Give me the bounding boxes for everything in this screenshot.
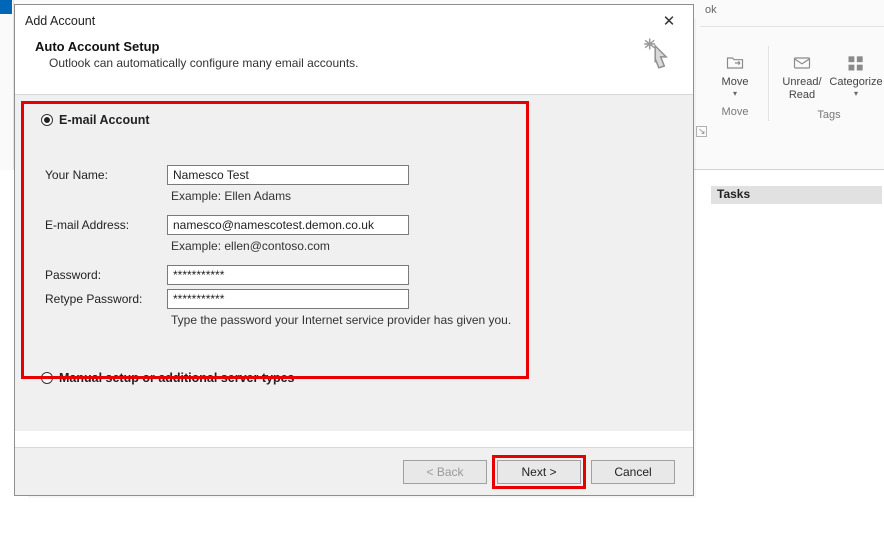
ribbon-group-move: Move ▾ Move xyxy=(702,46,769,121)
radio-unselected-icon xyxy=(41,372,53,384)
option-manual-setup[interactable]: Manual setup or additional server types xyxy=(41,371,667,385)
retype-password-label: Retype Password: xyxy=(45,292,167,306)
ribbon-separator xyxy=(700,26,884,27)
tasks-label: Tasks xyxy=(717,187,750,201)
window-title-fragment: ok xyxy=(695,0,884,20)
chevron-down-icon: ▾ xyxy=(733,90,737,98)
group-label-tags: Tags xyxy=(817,109,840,121)
unread-read-label: Unread/ Read xyxy=(782,76,821,101)
header-subtitle: Outlook can automatically configure many… xyxy=(35,56,673,70)
move-button[interactable]: Move ▾ xyxy=(708,46,762,100)
chevron-down-icon: ▾ xyxy=(854,90,858,98)
cancel-button[interactable]: Cancel xyxy=(591,460,675,484)
dialog-title: Add Account xyxy=(25,14,95,28)
option-manual-label: Manual setup or additional server types xyxy=(59,371,294,385)
categorize-button[interactable]: Categorize ▾ xyxy=(829,46,883,103)
email-example: Example: ellen@contoso.com xyxy=(171,239,667,253)
your-name-label: Your Name: xyxy=(45,168,167,182)
your-name-input[interactable] xyxy=(167,165,409,185)
categorize-label: Categorize xyxy=(829,76,882,89)
dialog-header: Auto Account Setup Outlook can automatic… xyxy=(15,37,693,95)
add-account-dialog: Add Account ✕ Auto Account Setup Outlook… xyxy=(14,4,694,496)
dialog-titlebar: Add Account ✕ xyxy=(15,5,693,37)
password-hint: Type the password your Internet service … xyxy=(171,313,667,327)
account-form: Your Name: Example: Ellen Adams E-mail A… xyxy=(45,165,667,327)
tasks-pane-header[interactable]: Tasks xyxy=(711,186,882,204)
ribbon-groups: Move ▾ Move Unread/ Read xyxy=(702,46,884,121)
cursor-star-icon xyxy=(635,33,679,77)
move-label: Move xyxy=(722,76,749,89)
option-email-label: E-mail Account xyxy=(59,113,150,127)
group-label-move: Move xyxy=(722,106,749,118)
option-email-account[interactable]: E-mail Account xyxy=(41,113,667,127)
back-button: < Back xyxy=(403,460,487,484)
categorize-icon xyxy=(841,50,871,76)
dialog-body: E-mail Account Your Name: Example: Ellen… xyxy=(15,95,693,431)
ribbon-group-tags: Unread/ Read Categorize ▾ Tags xyxy=(769,46,884,121)
app-corner-accent xyxy=(0,0,12,14)
envelope-icon xyxy=(787,50,817,76)
folder-move-icon xyxy=(720,50,750,76)
radio-selected-icon xyxy=(41,114,53,126)
password-label: Password: xyxy=(45,268,167,282)
your-name-example: Example: Ellen Adams xyxy=(171,189,667,203)
email-address-label: E-mail Address: xyxy=(45,218,167,232)
dialog-launcher-icon[interactable] xyxy=(694,126,707,140)
unread-read-button[interactable]: Unread/ Read xyxy=(775,46,829,103)
password-input[interactable] xyxy=(167,265,409,285)
window-left-edge xyxy=(0,0,14,170)
retype-password-input[interactable] xyxy=(167,289,409,309)
header-title: Auto Account Setup xyxy=(35,39,673,54)
close-icon[interactable]: ✕ xyxy=(653,12,685,30)
email-address-input[interactable] xyxy=(167,215,409,235)
dialog-footer: < Back Next > Cancel xyxy=(15,447,693,495)
next-button[interactable]: Next > xyxy=(497,460,581,484)
